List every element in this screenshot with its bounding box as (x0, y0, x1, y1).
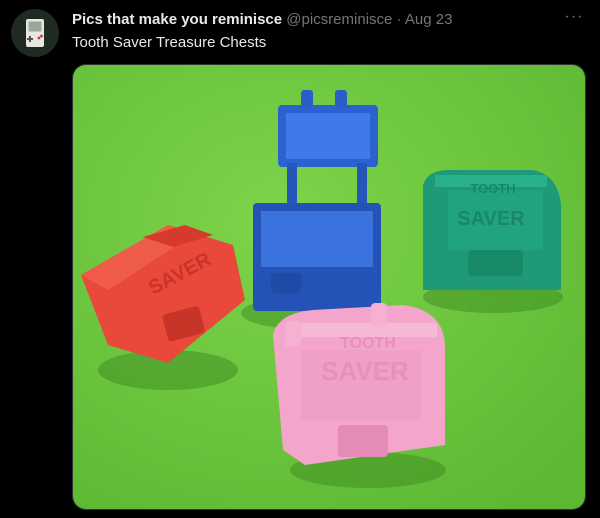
svg-text:SAVER: SAVER (321, 356, 409, 386)
ellipsis-icon[interactable]: ··· (562, 9, 586, 28)
tweet-media-photo[interactable]: SAVER TOOTH SAVER SAVER TOOTH (72, 64, 586, 510)
svg-text:TOOTH: TOOTH (470, 181, 515, 196)
svg-text:SAVER: SAVER (457, 208, 525, 230)
separator: · (396, 11, 402, 28)
teal-chest: SAVER TOOTH (423, 170, 561, 290)
tweet-date[interactable]: Aug 23 (405, 11, 453, 28)
tweet-header: Pics that make you reminisce @picsremini… (72, 10, 560, 30)
pink-chest: SAVER TOOTH (273, 303, 445, 465)
profile-avatar[interactable] (11, 9, 59, 57)
tooth-saver-chests-photo: SAVER TOOTH SAVER SAVER TOOTH (73, 65, 585, 509)
handle[interactable]: @picsreminisce (286, 11, 392, 28)
tweet-text: Tooth Saver Treasure Chests (72, 34, 267, 51)
gameboy-icon (26, 19, 44, 47)
svg-text:TOOTH: TOOTH (340, 335, 396, 352)
display-name[interactable]: Pics that make you reminisce (72, 11, 282, 28)
tweet[interactable]: Pics that make you reminisce @picsremini… (0, 0, 600, 518)
